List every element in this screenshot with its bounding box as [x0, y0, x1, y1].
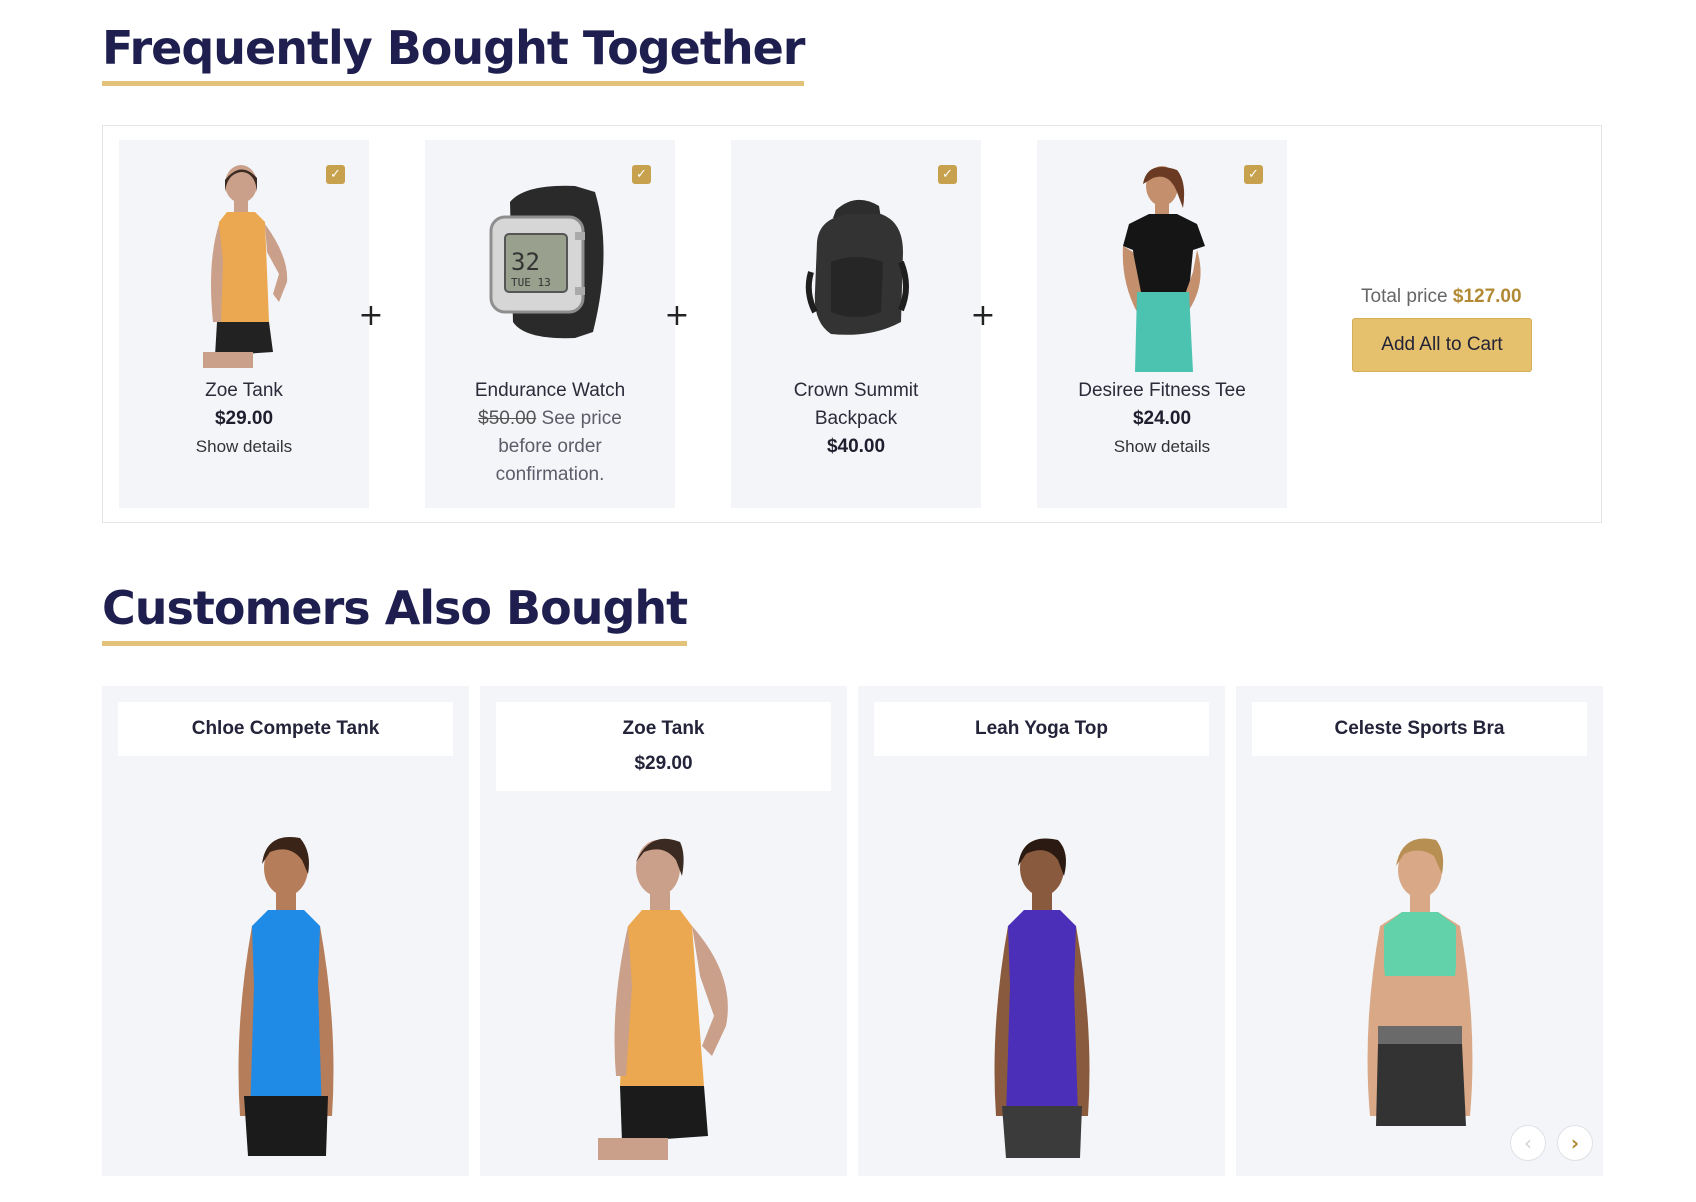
desiree-fitness-tee-image[interactable] [1037, 162, 1287, 372]
leah-yoga-top-image[interactable] [918, 826, 1165, 1166]
total-price: Total price $127.00 [1361, 286, 1522, 308]
svg-text:TUE 13: TUE 13 [511, 276, 551, 289]
zoe-tank-image[interactable] [540, 826, 787, 1166]
fbt-card-zoe-tank: ✓ Zoe Tank $29.00 Show details [119, 140, 369, 508]
cab-card-celeste-sports-bra[interactable]: Celeste Sports Bra [1236, 686, 1603, 1176]
product-name[interactable]: Desiree Fitness Tee [1057, 377, 1267, 405]
product-name[interactable]: Leah Yoga Top [975, 718, 1108, 739]
total-price-value: $127.00 [1452, 286, 1522, 307]
cab-card-chloe-compete-tank[interactable]: Chloe Compete Tank [102, 686, 469, 1176]
price-note-line-3: confirmation. [495, 464, 605, 485]
cab-card-zoe-tank[interactable]: Zoe Tank $29.00 [480, 686, 847, 1176]
carousel-next-button[interactable]: › [1557, 1125, 1593, 1161]
chloe-compete-tank-image[interactable] [162, 826, 409, 1166]
checked-icon[interactable]: ✓ [938, 165, 957, 184]
add-all-to-cart-button[interactable]: Add All to Cart [1352, 318, 1532, 372]
fbt-card-endurance-watch: 32 TUE 13 ✓ Endurance Watch $50.00 See p… [425, 140, 675, 508]
fbt-card-desiree-fitness-tee: ✓ Desiree Fitness Tee $24.00 Show detail… [1037, 140, 1287, 508]
product-label: Chloe Compete Tank [118, 702, 453, 756]
plus-icon: + [970, 298, 996, 333]
product-price: $40.00 [826, 436, 886, 457]
product-name-line-2[interactable]: Backpack [751, 405, 961, 433]
product-label: Celeste Sports Bra [1252, 702, 1587, 756]
product-price: $24.00 [1132, 408, 1192, 429]
checked-icon[interactable]: ✓ [1244, 165, 1263, 184]
product-name[interactable]: Endurance Watch [445, 377, 655, 405]
crown-summit-backpack-image[interactable] [731, 162, 981, 372]
product-price: $29.00 [634, 753, 693, 774]
plus-icon: + [358, 298, 384, 333]
product-price: $29.00 [214, 408, 274, 429]
fbt-section-title: Frequently Bought Together [102, 22, 805, 86]
product-name[interactable]: Chloe Compete Tank [192, 718, 380, 739]
cab-card-leah-yoga-top[interactable]: Leah Yoga Top [858, 686, 1225, 1176]
product-name[interactable]: Zoe Tank [623, 718, 705, 739]
celeste-sports-bra-image[interactable] [1296, 826, 1543, 1166]
product-label: Leah Yoga Top [874, 702, 1209, 756]
chevron-right-icon: › [1570, 1131, 1580, 1155]
product-name[interactable]: Crown Summit [751, 377, 961, 405]
checked-icon[interactable]: ✓ [326, 165, 345, 184]
product-label: Zoe Tank $29.00 [496, 702, 831, 791]
show-details-link[interactable]: Show details [139, 433, 349, 461]
product-name[interactable]: Celeste Sports Bra [1334, 718, 1504, 739]
endurance-watch-image[interactable]: 32 TUE 13 [425, 162, 675, 372]
price-note: See price [536, 408, 622, 429]
product-name[interactable]: Zoe Tank [139, 377, 349, 405]
zoe-tank-image[interactable] [119, 162, 369, 372]
checked-icon[interactable]: ✓ [632, 165, 651, 184]
price-note-line-2: before order [498, 436, 602, 457]
old-price: $50.00 [478, 408, 537, 429]
total-price-label: Total price [1361, 286, 1453, 307]
svg-text:32: 32 [511, 248, 540, 276]
carousel-prev-button[interactable]: ‹ [1510, 1125, 1546, 1161]
fbt-container: ✓ Zoe Tank $29.00 Show details + 32 TUE … [102, 125, 1602, 523]
fbt-card-crown-summit-backpack: ✓ Crown Summit Backpack $40.00 [731, 140, 981, 508]
cab-section-title: Customers Also Bought [102, 582, 688, 646]
show-details-link[interactable]: Show details [1057, 433, 1267, 461]
chevron-left-icon: ‹ [1524, 1131, 1532, 1155]
plus-icon: + [664, 298, 690, 333]
